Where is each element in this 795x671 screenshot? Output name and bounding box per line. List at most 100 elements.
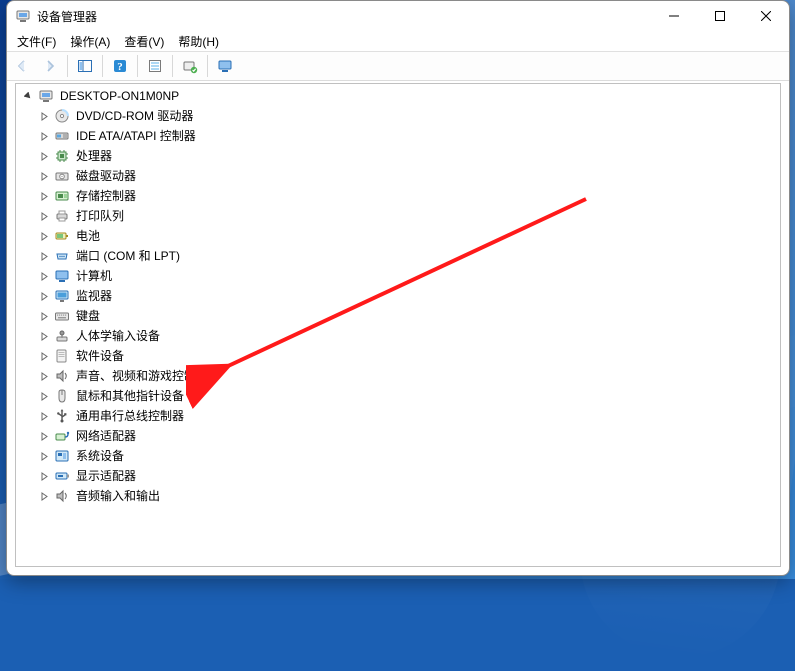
- expander-icon[interactable]: [36, 448, 52, 464]
- scan-hardware-button[interactable]: [177, 53, 203, 79]
- expander-icon[interactable]: [36, 108, 52, 124]
- device-tree[interactable]: DESKTOP-ON1M0NPDVD/CD-ROM 驱动器IDE ATA/ATA…: [16, 84, 780, 506]
- device-category-icon: [54, 188, 70, 204]
- tree-category-node[interactable]: IDE ATA/ATAPI 控制器: [16, 126, 780, 146]
- tree-category-node[interactable]: 通用串行总线控制器: [16, 406, 780, 426]
- device-category-icon: [54, 208, 70, 224]
- device-category-icon: [54, 408, 70, 424]
- device-category-icon: [54, 248, 70, 264]
- menubar: 文件(F) 操作(A) 查看(V) 帮助(H): [7, 31, 789, 51]
- toolbar-separator: [102, 55, 103, 77]
- tree-category-node[interactable]: DVD/CD-ROM 驱动器: [16, 106, 780, 126]
- device-category-icon: [54, 328, 70, 344]
- tree-category-label[interactable]: 音频输入和输出: [74, 486, 162, 506]
- maximize-button[interactable]: [697, 1, 743, 31]
- expander-icon[interactable]: [36, 488, 52, 504]
- tree-category-node[interactable]: 磁盘驱动器: [16, 166, 780, 186]
- tree-category-label[interactable]: IDE ATA/ATAPI 控制器: [74, 126, 198, 146]
- device-category-icon: [54, 428, 70, 444]
- menu-action[interactable]: 操作(A): [64, 32, 116, 51]
- expander-icon[interactable]: [36, 228, 52, 244]
- expander-icon[interactable]: [36, 348, 52, 364]
- expander-icon[interactable]: [36, 408, 52, 424]
- tree-category-label[interactable]: 软件设备: [74, 346, 126, 366]
- tree-category-label[interactable]: 磁盘驱动器: [74, 166, 138, 186]
- tree-root-node[interactable]: DESKTOP-ON1M0NP: [16, 86, 780, 106]
- tree-category-label[interactable]: 人体学输入设备: [74, 326, 162, 346]
- toolbar: ?: [7, 51, 789, 81]
- tree-category-node[interactable]: 处理器: [16, 146, 780, 166]
- tree-category-label[interactable]: 键盘: [74, 306, 102, 326]
- expander-icon[interactable]: [36, 208, 52, 224]
- expander-icon[interactable]: [36, 388, 52, 404]
- tree-category-node[interactable]: 人体学输入设备: [16, 326, 780, 346]
- expander-icon[interactable]: [36, 328, 52, 344]
- tree-category-label[interactable]: 显示适配器: [74, 466, 138, 486]
- device-category-icon: [54, 488, 70, 504]
- tree-category-node[interactable]: 电池: [16, 226, 780, 246]
- menu-view[interactable]: 查看(V): [118, 32, 170, 51]
- tree-category-label[interactable]: 系统设备: [74, 446, 126, 466]
- tree-category-node[interactable]: 监视器: [16, 286, 780, 306]
- tree-category-label[interactable]: 存储控制器: [74, 186, 138, 206]
- device-category-icon: [54, 388, 70, 404]
- expander-icon[interactable]: [20, 88, 36, 104]
- expander-icon[interactable]: [36, 428, 52, 444]
- remote-computer-button[interactable]: [212, 53, 238, 79]
- expander-icon[interactable]: [36, 308, 52, 324]
- tree-category-node[interactable]: 系统设备: [16, 446, 780, 466]
- expander-icon[interactable]: [36, 288, 52, 304]
- expander-icon[interactable]: [36, 268, 52, 284]
- properties-button[interactable]: [142, 53, 168, 79]
- help-button[interactable]: ?: [107, 53, 133, 79]
- device-category-icon: [54, 168, 70, 184]
- tree-category-node[interactable]: 计算机: [16, 266, 780, 286]
- expander-icon[interactable]: [36, 468, 52, 484]
- close-button[interactable]: [743, 1, 789, 31]
- tree-category-label[interactable]: 通用串行总线控制器: [74, 406, 186, 426]
- tree-category-node[interactable]: 存储控制器: [16, 186, 780, 206]
- tree-category-node[interactable]: 打印队列: [16, 206, 780, 226]
- svg-text:?: ?: [117, 61, 123, 73]
- tree-category-label[interactable]: DVD/CD-ROM 驱动器: [74, 106, 195, 126]
- expander-icon[interactable]: [36, 168, 52, 184]
- tree-root-label[interactable]: DESKTOP-ON1M0NP: [58, 86, 181, 106]
- device-category-icon: [54, 268, 70, 284]
- tree-category-label[interactable]: 网络适配器: [74, 426, 138, 446]
- device-category-icon: [54, 128, 70, 144]
- tree-category-label[interactable]: 处理器: [74, 146, 114, 166]
- tree-category-node[interactable]: 端口 (COM 和 LPT): [16, 246, 780, 266]
- device-category-icon: [54, 108, 70, 124]
- tree-category-node[interactable]: 鼠标和其他指针设备: [16, 386, 780, 406]
- expander-icon[interactable]: [36, 148, 52, 164]
- device-category-icon: [54, 468, 70, 484]
- menu-file[interactable]: 文件(F): [11, 32, 62, 51]
- tree-category-node[interactable]: 音频输入和输出: [16, 486, 780, 506]
- tree-category-node[interactable]: 声音、视频和游戏控制器: [16, 366, 780, 386]
- tree-category-label[interactable]: 计算机: [74, 266, 114, 286]
- tree-category-label[interactable]: 电池: [74, 226, 102, 246]
- menu-help[interactable]: 帮助(H): [172, 32, 225, 51]
- tree-category-label[interactable]: 监视器: [74, 286, 114, 306]
- expander-icon[interactable]: [36, 248, 52, 264]
- expander-icon[interactable]: [36, 128, 52, 144]
- tree-category-label[interactable]: 鼠标和其他指针设备: [74, 386, 186, 406]
- tree-category-node[interactable]: 显示适配器: [16, 466, 780, 486]
- titlebar: 设备管理器: [7, 1, 789, 31]
- expander-icon[interactable]: [36, 368, 52, 384]
- tree-category-label[interactable]: 端口 (COM 和 LPT): [74, 246, 182, 266]
- forward-button[interactable]: [37, 53, 63, 79]
- tree-category-label[interactable]: 打印队列: [74, 206, 126, 226]
- device-category-icon: [54, 288, 70, 304]
- minimize-button[interactable]: [651, 1, 697, 31]
- tree-category-node[interactable]: 网络适配器: [16, 426, 780, 446]
- device-category-icon: [54, 348, 70, 364]
- device-category-icon: [54, 148, 70, 164]
- show-hide-tree-button[interactable]: [72, 53, 98, 79]
- tree-category-label[interactable]: 声音、视频和游戏控制器: [74, 366, 210, 386]
- tree-category-node[interactable]: 软件设备: [16, 346, 780, 366]
- toolbar-separator: [207, 55, 208, 77]
- back-button[interactable]: [9, 53, 35, 79]
- expander-icon[interactable]: [36, 188, 52, 204]
- tree-category-node[interactable]: 键盘: [16, 306, 780, 326]
